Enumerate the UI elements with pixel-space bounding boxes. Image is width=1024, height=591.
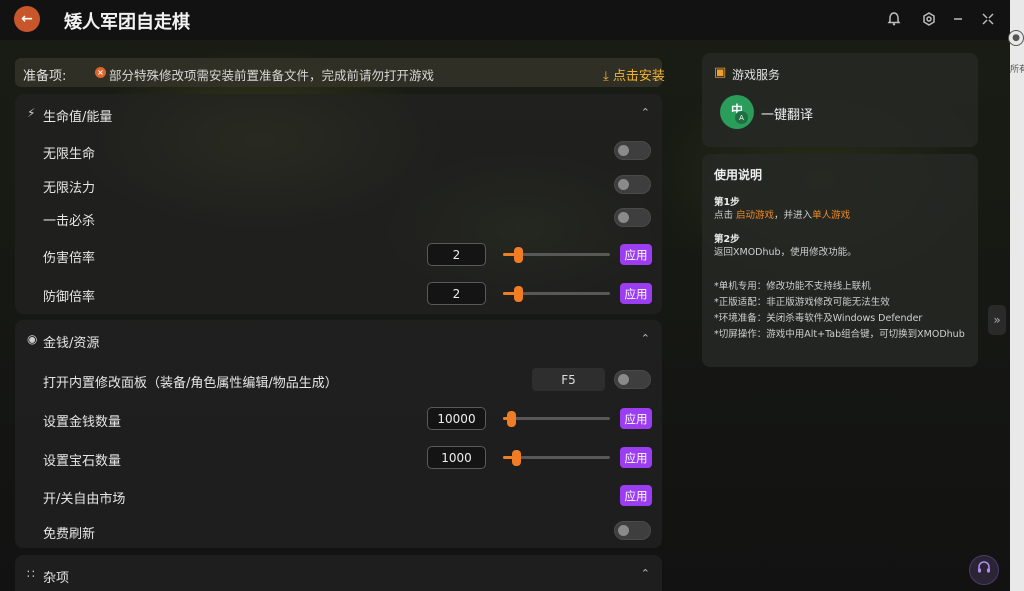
label-infinite-life: 无限生命 [43,147,96,162]
section-money: ◉ 金钱/资源 ⌃ 打开内置修改面板（装备/角色属性编辑/物品生成） F5 设置… [15,320,662,548]
section-health: ⚡︎ 生命值/能量 ⌃ 无限生命 无限法力 一击必杀 伤害倍率 2 应用 防御倍… [15,94,662,314]
back-button[interactable]: ← [14,6,40,32]
free-market-apply-button[interactable]: 应用 [620,485,652,506]
toggle-builtin-panel[interactable] [614,370,651,389]
instructions-card: 使用说明 第1步 点击 启动游戏，并进入单人游戏 第2步 返回XMODhub，使… [702,154,978,367]
headset-icon [977,561,991,579]
grid-icon: ∷ [27,567,35,581]
toggle-infinite-life[interactable] [614,141,651,160]
bell-icon[interactable] [886,11,902,27]
adjacent-window-strip [1010,0,1024,591]
collapse-icon[interactable] [980,11,996,27]
game-services-title: 游戏服务 [732,68,781,82]
adjacent-window-text: 所有 [1010,65,1024,75]
support-button[interactable] [969,555,999,585]
user-icon[interactable]: ● [1008,30,1024,46]
slider-thumb[interactable] [512,450,521,466]
note-item: *正版适配：非正版游戏修改可能无法生效 [714,297,890,308]
translate-icon-sub: A [735,111,748,124]
chevron-up-icon[interactable]: ⌃ [641,106,650,119]
step1-text: 点击 启动游戏，并进入单人游戏 [714,210,851,221]
gold-input[interactable]: 10000 [427,407,486,430]
notice-text: 部分特殊修改项需安装前置准备文件，完成前请勿打开游戏 [109,68,435,83]
step1-title: 第1步 [714,197,740,208]
label-defense-mult: 防御倍率 [43,290,96,305]
defense-mult-slider[interactable] [503,286,610,302]
chevron-right-icon: » [993,313,1001,327]
slider-thumb[interactable] [514,286,523,302]
toggle-free-refresh[interactable] [614,521,651,540]
translate-button[interactable]: 一键翻译 [761,104,813,123]
launch-game-link[interactable]: 启动游戏 [736,210,774,221]
note-item: *单机专用：修改功能不支持线上联机 [714,281,871,292]
label-set-gold: 设置金钱数量 [43,415,122,430]
expand-panel-button[interactable]: » [988,305,1006,335]
section-title: 生命值/能量 [43,110,113,125]
label-infinite-mana: 无限法力 [43,181,96,196]
section-misc-header[interactable]: ∷ 杂项 ⌃ [15,555,662,591]
label-set-gems: 设置宝石数量 [43,454,122,469]
slider-thumb[interactable] [514,247,523,263]
minimize-icon[interactable] [950,11,966,27]
gems-slider[interactable] [503,450,610,466]
coins-icon: ◉ [27,332,38,346]
note-item: *环境准备：关闭杀毒软件及Windows Defender [714,313,923,324]
slider-thumb[interactable] [507,411,516,427]
cube-icon: ▣ [714,65,727,80]
notice-label: 准备项: [23,69,67,84]
section-money-header[interactable]: ◉ 金钱/资源 ⌃ [15,320,662,360]
toggle-one-hit-kill[interactable] [614,208,651,227]
install-button[interactable]: ⤓ 点击安装 [603,65,665,84]
chevron-up-icon[interactable]: ⌃ [641,567,650,580]
step2-title: 第2步 [714,234,740,245]
label-one-hit-kill: 一击必杀 [43,214,96,229]
damage-mult-apply-button[interactable]: 应用 [620,244,652,265]
arrow-left-icon: ← [21,11,33,27]
gems-input[interactable]: 1000 [427,446,486,469]
section-title: 杂项 [43,571,70,586]
defense-mult-input[interactable]: 2 [427,282,486,305]
label-damage-mult: 伤害倍率 [43,251,96,266]
step2-text: 返回XMODhub，使用修改功能。 [714,247,857,258]
gold-apply-button[interactable]: 应用 [620,408,652,429]
download-icon: ⤓ [603,69,609,84]
close-circle-icon: × [95,67,106,78]
defense-mult-apply-button[interactable]: 应用 [620,283,652,304]
section-misc: ∷ 杂项 ⌃ [15,555,662,591]
toggle-infinite-mana[interactable] [614,175,651,194]
lightning-icon: ⚡︎ [27,106,36,120]
gold-slider[interactable] [503,411,610,427]
slider-track [503,417,610,420]
prerequisite-notice: 准备项: × 部分特殊修改项需安装前置准备文件，完成前请勿打开游戏 ⤓ 点击安装 [15,58,665,87]
label-free-refresh: 免费刷新 [43,527,96,542]
single-player-link[interactable]: 单人游戏 [812,210,850,221]
label-free-market: 开/关自由市场 [43,492,126,507]
damage-mult-slider[interactable] [503,247,610,263]
section-health-header[interactable]: ⚡︎ 生命值/能量 ⌃ [15,94,662,134]
note-item: *切屏操作：游戏中用Alt+Tab组合键，可切换到XMODhub [714,329,965,340]
install-label: 点击安装 [612,69,665,84]
hotkey-field[interactable]: F5 [532,368,605,391]
section-title: 金钱/资源 [43,336,100,351]
title-bar: ← 矮人军团自走棋 [0,0,1010,40]
gems-apply-button[interactable]: 应用 [620,447,652,468]
label-builtin-panel: 打开内置修改面板（装备/角色属性编辑/物品生成） [43,376,338,391]
game-services-card: ▣ 游戏服务 中 A 一键翻译 [702,53,978,147]
gear-icon[interactable] [921,11,937,27]
instructions-title: 使用说明 [714,168,763,182]
damage-mult-input[interactable]: 2 [427,243,486,266]
app-title: 矮人军团自走棋 [64,12,190,33]
chevron-up-icon[interactable]: ⌃ [641,332,650,345]
